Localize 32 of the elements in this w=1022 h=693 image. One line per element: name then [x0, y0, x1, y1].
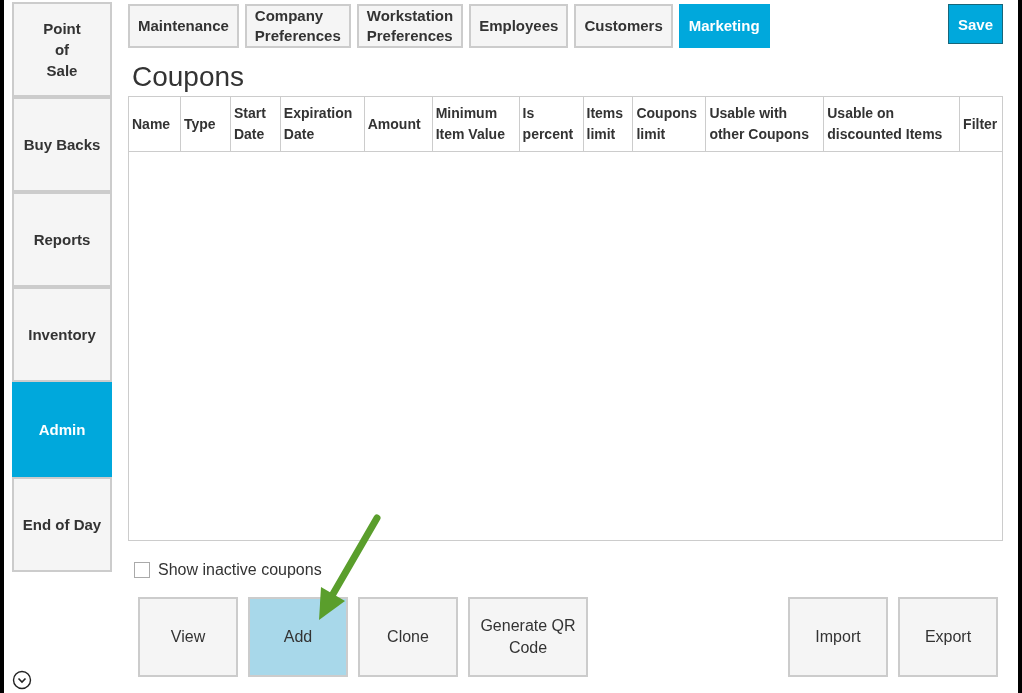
column-header[interactable]: Minimum Item Value	[432, 97, 520, 151]
action-button[interactable]: View	[138, 597, 238, 677]
column-header[interactable]: Start Date	[230, 97, 281, 151]
sidebar-item[interactable]: End of Day	[12, 477, 112, 572]
checkbox-label[interactable]: Show inactive coupons	[158, 561, 322, 579]
column-header[interactable]: Usable on discounted Items	[824, 97, 961, 151]
sidebar-item[interactable]: Buy Backs	[12, 97, 112, 192]
tab[interactable]: Maintenance	[128, 4, 239, 48]
column-header[interactable]: Items limit	[583, 97, 634, 151]
tab[interactable]: Customers	[574, 4, 673, 48]
action-button[interactable]: Add	[248, 597, 348, 677]
page-title: Coupons	[132, 60, 246, 94]
column-header[interactable]: Type	[180, 97, 231, 151]
tab[interactable]: Workstation Preferences	[356, 4, 464, 48]
action-button[interactable]: Import	[788, 597, 888, 677]
column-header[interactable]: Coupons limit	[633, 97, 707, 151]
sidebar-item[interactable]: Reports	[12, 192, 112, 287]
column-header[interactable]: Amount	[364, 97, 433, 151]
tab[interactable]: Company Preferences	[244, 4, 351, 48]
column-header[interactable]: Expiration Date	[280, 97, 365, 151]
column-header[interactable]: Usable with other Coupons	[706, 97, 825, 151]
action-button[interactable]: Clone	[358, 597, 458, 677]
column-header[interactable]: Is percent	[519, 97, 584, 151]
action-button[interactable]: Generate QR Code	[468, 597, 588, 677]
checkbox[interactable]	[134, 562, 150, 578]
chevron-down-icon[interactable]	[12, 670, 32, 690]
tab[interactable]: Employees	[469, 4, 569, 48]
action-button[interactable]: Export	[898, 597, 998, 677]
column-header[interactable]: Name	[129, 97, 181, 151]
sidebar-item[interactable]: Point of Sale	[12, 2, 112, 97]
column-header[interactable]: Filter	[960, 97, 1003, 151]
sidebar-item[interactable]: Inventory	[12, 287, 112, 382]
